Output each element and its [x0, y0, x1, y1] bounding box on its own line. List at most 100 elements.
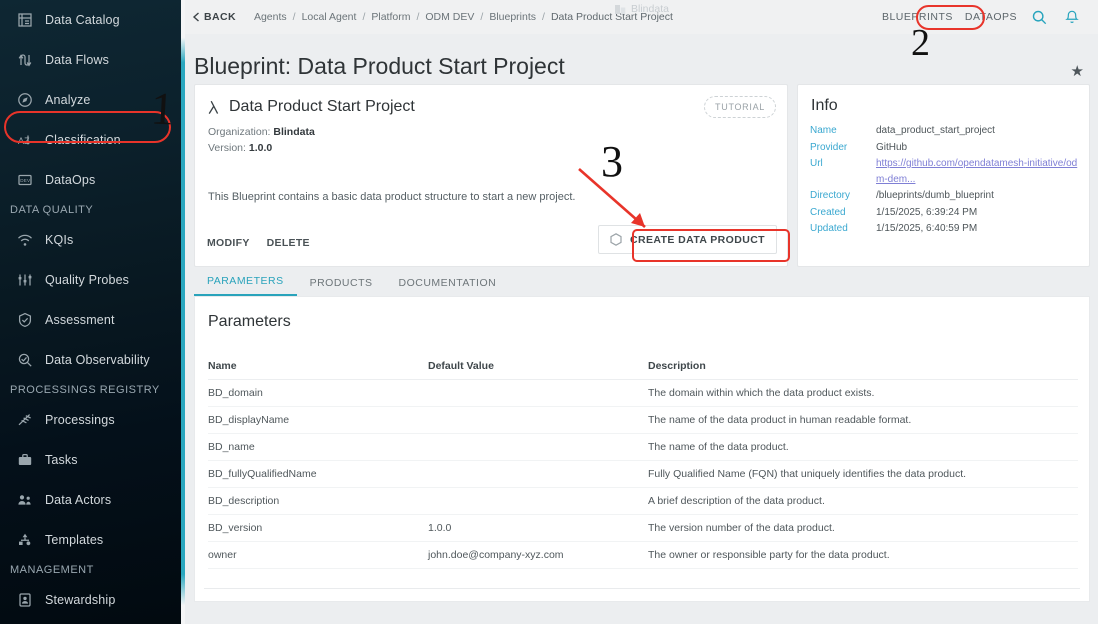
create-data-product-button[interactable]: CREATE DATA PRODUCT [598, 225, 777, 254]
breadcrumb-item-odm-dev[interactable]: ODM DEV [425, 11, 474, 23]
page-title: Blueprint: Data Product Start Project [194, 53, 565, 79]
sidebar-item-label: Data Actors [45, 493, 112, 507]
tutorial-badge[interactable]: TUTORIAL [704, 96, 776, 118]
compass-icon [10, 92, 40, 108]
parameter-name: BD_displayName [208, 406, 428, 434]
top-link-dataops[interactable]: DATAOPS [959, 6, 1023, 28]
sidebar-item-label: Data Catalog [45, 13, 120, 27]
sidebar-item-label: Data Flows [45, 53, 110, 67]
sidebar-item-proposals[interactable]: Proposals [0, 620, 181, 624]
info-value-updated: 1/15/2025, 6:40:59 PM [876, 223, 978, 234]
star-icon[interactable]: ★ [1071, 62, 1084, 80]
tab-documentation[interactable]: DOCUMENTATION [386, 277, 510, 296]
parameter-description: The name of the data product in human re… [648, 406, 1078, 434]
breadcrumb-separator: / [292, 11, 296, 23]
sidebar-item-assessment[interactable]: Assessment [0, 300, 181, 340]
info-url-link[interactable]: https://github.com/opendatamesh-initiati… [876, 158, 1077, 185]
sidebar-section-processings-registry: PROCESSINGS REGISTRY [10, 384, 160, 396]
table-row[interactable]: BD_description A brief description of the… [208, 487, 1078, 515]
blueprint-card-header: Data Product Start Project [207, 98, 415, 116]
sidebar-item-data-flows[interactable]: Data Flows [0, 40, 181, 80]
top-right-actions: BLUEPRINTS DATAOPS [876, 0, 1088, 34]
blueprint-meta: Organization: Blindata Version: 1.0.0 [208, 124, 315, 156]
parameter-description: Fully Qualified Name (FQN) that uniquely… [648, 460, 1078, 488]
info-value-url[interactable]: https://github.com/opendatamesh-initiati… [876, 156, 1082, 187]
table-row[interactable]: BD_name The name of the data product. [208, 433, 1078, 461]
table-row[interactable]: BD_fullyQualifiedName Fully Qualified Nam… [208, 460, 1078, 488]
tab-parameters[interactable]: PARAMETERS [194, 275, 297, 296]
parameter-default-value [428, 406, 648, 434]
sidebar-item-data-catalog[interactable]: Data Catalog [0, 0, 181, 40]
back-button[interactable]: BACK [192, 11, 236, 23]
sidebar-item-data-observability[interactable]: Data Observability [0, 340, 181, 380]
column-header-default-value: Default Value [428, 354, 648, 380]
briefcase-icon [10, 452, 40, 468]
actors-icon [10, 492, 40, 508]
info-key-directory: Directory [810, 190, 851, 201]
table-header-row: Name Default Value Description [208, 354, 1078, 380]
sidebar-item-label: Stewardship [45, 593, 116, 607]
table-row[interactable]: BD_displayName The name of the data produ… [208, 406, 1078, 434]
create-data-product-label: CREATE DATA PRODUCT [630, 233, 765, 246]
sidebar-item-dataops[interactable]: DEV DataOps [0, 160, 181, 200]
sidebar-section-data-quality: DATA QUALITY [10, 204, 94, 216]
sidebar-item-processings[interactable]: Processings [0, 400, 181, 440]
sidebar-accent-strip [181, 0, 185, 624]
annotation-marker-3: 3 [601, 137, 623, 186]
parameter-name: BD_fullyQualifiedName [208, 460, 428, 488]
kqi-icon [10, 232, 40, 248]
breadcrumb: Agents / Local Agent / Platform / ODM DEV / Blue… [254, 11, 673, 23]
modify-button[interactable]: MODIFY [207, 237, 250, 249]
table-row[interactable]: BD_version 1.0.0 The version number of the… [208, 514, 1078, 542]
table-row[interactable]: BD_domain The domain within which the dat… [208, 379, 1078, 407]
blueprint-version-line: Version: 1.0.0 [208, 140, 315, 156]
breadcrumb-item-agents[interactable]: Agents [254, 11, 287, 23]
blueprint-card-actions: MODIFY DELETE [207, 237, 310, 249]
compass-lambda-icon [208, 100, 219, 114]
info-key-provider: Provider [810, 141, 848, 153]
breadcrumb-item-platform[interactable]: Platform [371, 11, 410, 23]
info-card: Info Name data_product_start_project Provi… [797, 84, 1090, 267]
tab-products[interactable]: PRODUCTS [297, 277, 386, 296]
column-header-description: Description [648, 354, 1078, 380]
blueprint-card: Data Product Start Project Organization:… [194, 84, 788, 267]
breadcrumb-separator: / [480, 11, 484, 23]
sidebar-item-label: Assessment [45, 313, 115, 327]
breadcrumb-item-local-agent[interactable]: Local Agent [302, 11, 357, 23]
sidebar-item-data-actors[interactable]: Data Actors [0, 480, 181, 520]
sidebar-item-stewardship[interactable]: Stewardship [0, 580, 181, 620]
info-key-updated: Updated [810, 223, 848, 234]
parameter-name: BD_description [208, 487, 428, 515]
brand-logo: Blindata [615, 3, 669, 15]
parameter-name: owner [208, 541, 428, 569]
column-header-name: Name [208, 354, 428, 380]
panel-divider [204, 588, 1080, 589]
parameter-description: A brief description of the data product. [648, 487, 1078, 515]
notification-bell-icon[interactable] [1056, 10, 1088, 25]
sidebar-item-label: Analyze [45, 93, 91, 107]
info-value-created: 1/15/2025, 6:39:24 PM [876, 206, 978, 218]
sidebar-item-kqis[interactable]: KQIs [0, 220, 181, 260]
parameter-description: The domain within which the data product… [648, 379, 1078, 407]
delete-button[interactable]: DELETE [267, 237, 310, 249]
back-label: BACK [204, 11, 236, 23]
parameter-default-value: 1.0.0 [428, 514, 648, 542]
dev-icon: DEV [10, 172, 40, 188]
flows-icon [10, 52, 40, 68]
blueprint-description: This Blueprint contains a basic data pro… [208, 191, 576, 203]
info-key-created: Created [810, 206, 846, 218]
info-value-directory: /blueprints/dumb_blueprint [876, 190, 994, 201]
table-row[interactable]: owner john.doe@company-xyz.com The owner o… [208, 541, 1078, 569]
catalog-icon [10, 12, 40, 28]
parameters-table: Name Default Value Description BD_domain Th… [208, 354, 1078, 569]
breadcrumb-item-blueprints[interactable]: Blueprints [489, 11, 536, 23]
info-key-name: Name [810, 125, 837, 136]
sidebar-item-quality-probes[interactable]: Quality Probes [0, 260, 181, 300]
sidebar-item-tasks[interactable]: Tasks [0, 440, 181, 480]
sidebar-item-label: DataOps [45, 173, 96, 187]
breadcrumb-separator: / [416, 11, 420, 23]
info-title: Info [811, 97, 838, 114]
sidebar-item-templates[interactable]: Templates [0, 520, 181, 560]
info-grid: Name data_product_start_project Provider Gi… [810, 123, 1082, 237]
search-icon[interactable] [1023, 10, 1056, 25]
